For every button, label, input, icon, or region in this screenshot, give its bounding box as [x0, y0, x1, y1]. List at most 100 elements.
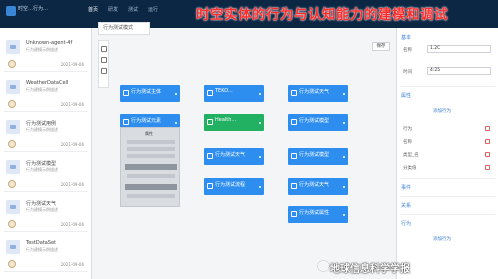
delete-icon[interactable] — [485, 152, 490, 157]
divider — [401, 196, 495, 197]
node-properties-popup: 属性 — [120, 127, 180, 207]
model-thumbnail-icon — [6, 160, 20, 174]
list-item-date: 2021-09-06 — [60, 262, 84, 267]
nav-item-dev[interactable]: 研发 — [108, 6, 118, 13]
divider — [401, 86, 495, 87]
avatar — [8, 220, 16, 228]
prop-item[interactable]: 名称 — [403, 139, 412, 145]
node-port[interactable] — [343, 156, 345, 158]
node-label: TEKO... — [215, 88, 233, 94]
app-logo — [6, 6, 16, 16]
model-thumbnail-icon — [6, 120, 20, 134]
model-node[interactable]: 行为测试模型 — [288, 148, 348, 165]
node-label: 行为测试模型 — [299, 152, 330, 158]
popup-row — [127, 194, 175, 198]
node-port[interactable] — [259, 186, 261, 188]
node-icon — [207, 90, 213, 96]
node-port[interactable] — [259, 93, 261, 95]
prop-item[interactable]: 分类值 — [403, 165, 417, 171]
model-node-selected[interactable]: Health... — [204, 114, 264, 131]
list-item-date: 2021-09-06 — [60, 102, 84, 107]
list-item-date: 2021-09-06 — [60, 222, 84, 227]
list-item-date: 2021-09-06 — [60, 182, 84, 187]
time-field[interactable]: 4:25 — [427, 67, 491, 75]
list-item-name: Unknown-agent-4f — [26, 40, 73, 46]
name-field[interactable]: 1.2C — [427, 45, 491, 53]
node-label: 行为测试元素 — [131, 118, 162, 124]
list-item-desc: 行为建模示例描述 — [26, 127, 58, 132]
section-event[interactable]: 事件 — [401, 184, 411, 191]
nav-item-run[interactable]: 运行 — [148, 6, 158, 13]
section-basic[interactable]: 基本 — [401, 34, 411, 41]
add-prop-link[interactable]: 添加行为 — [433, 108, 451, 114]
model-node[interactable]: 行为测试模型 — [288, 114, 348, 131]
node-port[interactable] — [259, 156, 261, 158]
node-port[interactable] — [175, 122, 177, 124]
model-canvas[interactable]: 行为测试模式 保存 行为测试主体 TEKO... 行为测试天气 行为测试元素 H… — [92, 22, 396, 279]
list-item-desc: 行为建模示例描述 — [26, 47, 58, 52]
node-icon — [291, 153, 297, 159]
overlay-banner-title: 时空实体的行为与认知能力的建模和调试 — [196, 7, 448, 23]
list-item-name: 行为测试天气 — [26, 201, 57, 207]
watermark: 地球信息科学学报 — [330, 264, 410, 275]
list-item[interactable]: 行为测试模型 行为建模示例描述 2021-09-06 — [4, 156, 88, 192]
list-item-desc: 行为建模示例描述 — [26, 247, 58, 252]
list-item-date: 2021-09-06 — [60, 62, 84, 67]
edit-tool-icon[interactable] — [100, 68, 107, 74]
app-window: 时空…行为… 首页 研发 测试 运行 时空实体的行为与认知能力的建模和调试 + … — [0, 0, 498, 279]
delete-icon[interactable] — [485, 126, 490, 131]
list-item[interactable]: TestDataSet 行为建模示例描述 2021-09-06 — [4, 236, 88, 272]
connect-tool-icon[interactable] — [100, 57, 107, 63]
popup-row — [127, 154, 175, 158]
divider — [401, 214, 495, 215]
model-thumbnail-icon — [6, 240, 20, 254]
node-icon — [291, 90, 297, 96]
model-node[interactable]: TEKO... — [204, 85, 264, 102]
node-port[interactable] — [343, 186, 345, 188]
divider — [401, 178, 495, 179]
canvas-toolbar — [98, 40, 109, 88]
delete-icon[interactable] — [485, 165, 490, 170]
wechat-icon — [318, 261, 329, 271]
avatar — [8, 100, 16, 108]
nav-item-test[interactable]: 测试 — [128, 6, 138, 13]
node-label: Health... — [215, 117, 237, 123]
node-port[interactable] — [343, 93, 345, 95]
node-port[interactable] — [343, 122, 345, 124]
node-icon — [123, 90, 129, 96]
node-port[interactable] — [259, 122, 261, 124]
node-label: 行为测试流程 — [215, 182, 246, 188]
prop-item[interactable]: 类型_名 — [403, 152, 419, 158]
model-node[interactable]: 行为测试天气 — [288, 85, 348, 102]
properties-panel: 基本 名称 1.2C 时间 4:25 属性 添加行为 行为 名称 类型_名 分类… — [396, 28, 498, 279]
list-item-name: WeatherDataCell — [26, 80, 69, 86]
model-node[interactable]: 行为测试属性 — [288, 206, 348, 223]
node-port[interactable] — [343, 214, 345, 216]
list-item[interactable]: WeatherDataCell 行为建模示例描述 2021-09-06 — [4, 76, 88, 112]
popup-row — [127, 174, 175, 178]
nav-item-home[interactable]: 首页 — [88, 6, 98, 13]
list-item[interactable]: 行为测试用例 行为建模示例描述 2021-09-06 — [4, 116, 88, 152]
model-list-panel: + 新建 Unknown-agent-4f 行为建模示例描述 2021-09-0… — [0, 28, 92, 279]
model-node[interactable]: 行为测试流程 — [204, 178, 264, 195]
list-item-name: 行为测试模型 — [26, 161, 57, 167]
section-behavior[interactable]: 行为 — [401, 220, 411, 227]
select-tool-icon[interactable] — [100, 46, 107, 52]
list-item[interactable]: Unknown-agent-4f 行为建模示例描述 2021-09-06 — [4, 36, 88, 72]
node-icon — [291, 183, 297, 189]
prop-item[interactable]: 行为 — [403, 126, 412, 132]
model-node[interactable]: 行为测试天气 — [288, 178, 348, 195]
node-icon — [207, 183, 213, 189]
node-port[interactable] — [175, 93, 177, 95]
model-node[interactable]: 行为测试主体 — [120, 85, 180, 102]
app-title: 时空…行为… — [18, 6, 49, 12]
save-button[interactable]: 保存 — [372, 42, 390, 51]
model-node[interactable]: 行为测试天气 — [204, 148, 264, 165]
add-behavior-link[interactable]: 添加行为 — [433, 236, 451, 242]
popup-row-highlight — [125, 164, 177, 170]
delete-icon[interactable] — [485, 139, 490, 144]
list-item[interactable]: 行为测试天气 行为建模示例描述 2021-09-06 — [4, 196, 88, 232]
section-relation[interactable]: 关系 — [401, 202, 411, 209]
tab-model[interactable]: 行为测试模式 — [98, 22, 150, 35]
section-props[interactable]: 属性 — [401, 92, 411, 99]
